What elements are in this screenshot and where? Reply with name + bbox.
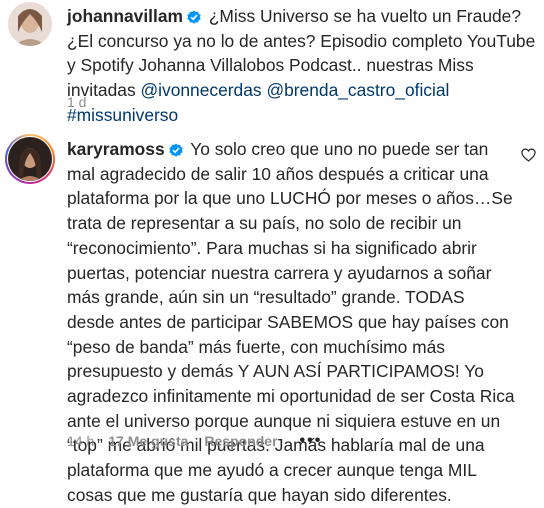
- avatar-johannavillam[interactable]: [8, 2, 52, 46]
- comment-2-body: karyramoss Yo solo creo que uno no puede…: [67, 137, 515, 508]
- comment-1-body: johannavillam ¿Miss Universo se ha vuelt…: [67, 4, 537, 128]
- avatar-karyramoss[interactable]: [8, 137, 52, 181]
- mention-brenda-castro-oficial[interactable]: @brenda_castro_oficial: [266, 80, 449, 100]
- verified-badge-icon: [187, 10, 201, 24]
- story-ring[interactable]: [5, 134, 55, 184]
- mention-ivonnecerdas[interactable]: @ivonnecerdas: [140, 80, 261, 100]
- comment-1-time: 1 d: [67, 94, 87, 110]
- comment-2-likes[interactable]: 17 Me gusta: [108, 433, 188, 449]
- comment-2-meta: 14 h 17 Me gusta Responder •••: [67, 432, 322, 450]
- more-options-icon[interactable]: •••: [300, 432, 323, 450]
- verified-badge-icon: [168, 143, 183, 157]
- comment-1-meta: 1 d: [67, 94, 86, 110]
- comment-2-username[interactable]: karyramoss: [67, 139, 165, 159]
- reply-button[interactable]: Responder: [204, 433, 277, 449]
- comment-1-username[interactable]: johannavillam: [67, 6, 183, 26]
- like-button[interactable]: [521, 148, 536, 167]
- comment-2-time: 14 h: [67, 433, 95, 449]
- heart-icon: [521, 148, 536, 162]
